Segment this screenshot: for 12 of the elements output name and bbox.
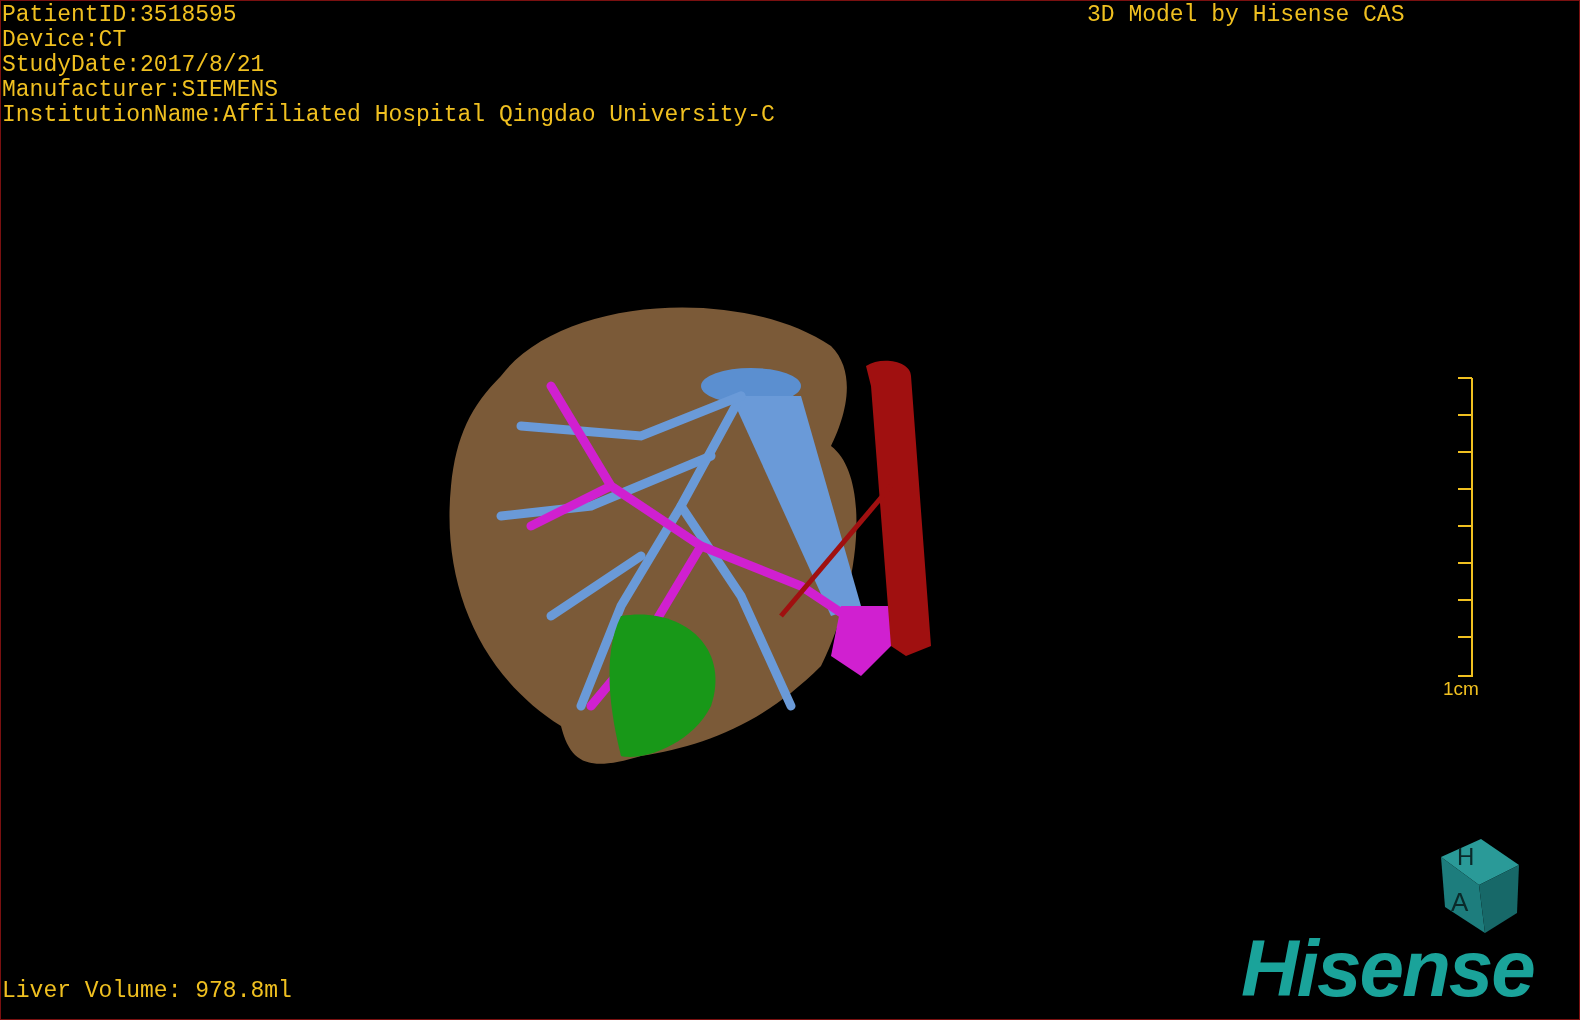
brand-logo: Hisense <box>1241 929 1534 1009</box>
cube-face-label: A <box>1451 889 1469 915</box>
liver-volume-text: Liver Volume: 978.8ml <box>2 979 292 1004</box>
cube-face-label: H <box>1457 845 1475 869</box>
patient-info-text: InstitutionName:Affiliated Hospital Qingdao University-C <box>2 103 775 128</box>
scale-label: 1cm <box>1443 678 1479 700</box>
patient-info-text: Device:CT <box>2 28 128 53</box>
viewer-title: 3D Model by Hisense CAS <box>1087 3 1405 28</box>
patient-info-text: PatientID:3518595 <box>2 3 238 28</box>
scale-bar-icon <box>1455 377 1474 678</box>
patient-info-text: Manufacturer:SIEMENS <box>2 78 280 103</box>
patient-info-text: StudyDate:2017/8/21 <box>2 53 266 78</box>
